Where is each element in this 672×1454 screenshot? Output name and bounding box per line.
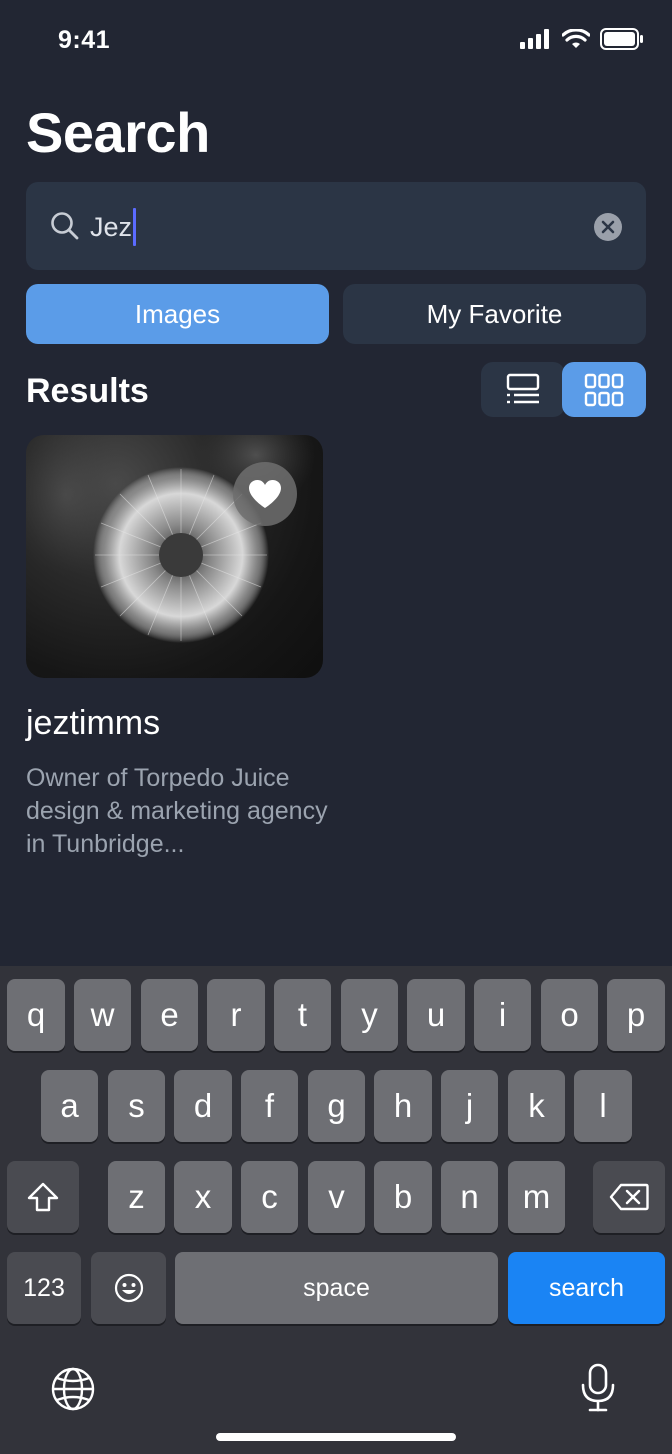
wifi-icon	[562, 29, 590, 48]
key-e[interactable]: e	[141, 979, 198, 1051]
key-c[interactable]: c	[241, 1161, 298, 1233]
grid-view-icon	[584, 373, 624, 406]
key-f[interactable]: f	[241, 1070, 298, 1142]
microphone-icon	[581, 1363, 615, 1412]
key-d[interactable]: d	[174, 1070, 232, 1142]
dictation-button[interactable]	[580, 1363, 616, 1418]
key-n[interactable]: n	[441, 1161, 498, 1233]
key-r[interactable]: r	[207, 979, 265, 1051]
tab-my-favorite[interactable]: My Favorite	[343, 284, 646, 344]
result-image[interactable]	[26, 435, 323, 678]
clear-icon	[601, 220, 615, 234]
key-h[interactable]: h	[374, 1070, 432, 1142]
search-field[interactable]: Jez	[26, 182, 646, 270]
status-bar: 9:41	[0, 0, 672, 82]
shift-icon	[27, 1182, 59, 1212]
list-view-icon	[506, 373, 540, 403]
search-input-value: Jez	[90, 211, 133, 242]
globe-icon	[51, 1367, 95, 1411]
home-indicator[interactable]	[216, 1433, 456, 1441]
key-m[interactable]: m	[508, 1161, 565, 1233]
signal-icon	[520, 29, 549, 49]
key-g[interactable]: g	[308, 1070, 365, 1142]
emoji-icon	[114, 1273, 143, 1303]
clear-search-button[interactable]	[594, 213, 622, 241]
key-v[interactable]: v	[308, 1161, 365, 1233]
key-l[interactable]: l	[574, 1070, 632, 1142]
globe-button[interactable]	[50, 1366, 96, 1417]
search-icon	[51, 212, 79, 240]
backspace-key[interactable]	[593, 1161, 665, 1233]
numbers-key[interactable]: 123	[7, 1252, 81, 1324]
space-key[interactable]: space	[175, 1252, 498, 1324]
key-t[interactable]: t	[274, 979, 331, 1051]
status-icons	[520, 28, 644, 50]
keyboard: q w e r t y u i o p a s d f g h j k l z …	[0, 966, 672, 1454]
tab-images[interactable]: Images	[26, 284, 329, 344]
key-p[interactable]: p	[607, 979, 665, 1051]
key-j[interactable]: j	[441, 1070, 498, 1142]
key-i[interactable]: i	[474, 979, 531, 1051]
result-description: Owner of Torpedo Juice design & marketin…	[26, 764, 328, 858]
heart-icon	[249, 480, 281, 508]
list-view-button[interactable]	[481, 362, 565, 417]
key-a[interactable]: a	[41, 1070, 98, 1142]
key-y[interactable]: y	[341, 979, 398, 1051]
key-w[interactable]: w	[74, 979, 131, 1051]
grid-view-button[interactable]	[562, 362, 646, 417]
search-key[interactable]: search	[508, 1252, 665, 1324]
results-heading: Results	[26, 372, 149, 410]
key-z[interactable]: z	[108, 1161, 165, 1233]
key-o[interactable]: o	[541, 979, 598, 1051]
page-title: Search	[26, 101, 210, 164]
key-u[interactable]: u	[407, 979, 465, 1051]
key-k[interactable]: k	[508, 1070, 565, 1142]
text-caret	[133, 208, 137, 246]
status-time: 9:41	[58, 26, 111, 54]
shift-key[interactable]	[7, 1161, 79, 1233]
key-b[interactable]: b	[374, 1161, 432, 1233]
key-x[interactable]: x	[174, 1161, 232, 1233]
favorite-button[interactable]	[233, 462, 297, 526]
result-title[interactable]: jeztimms	[26, 704, 160, 743]
battery-icon	[600, 28, 643, 50]
key-q[interactable]: q	[7, 979, 65, 1051]
emoji-key[interactable]	[91, 1252, 166, 1324]
backspace-icon	[609, 1183, 649, 1211]
search-input[interactable]: Jez	[90, 208, 137, 246]
key-s[interactable]: s	[108, 1070, 165, 1142]
